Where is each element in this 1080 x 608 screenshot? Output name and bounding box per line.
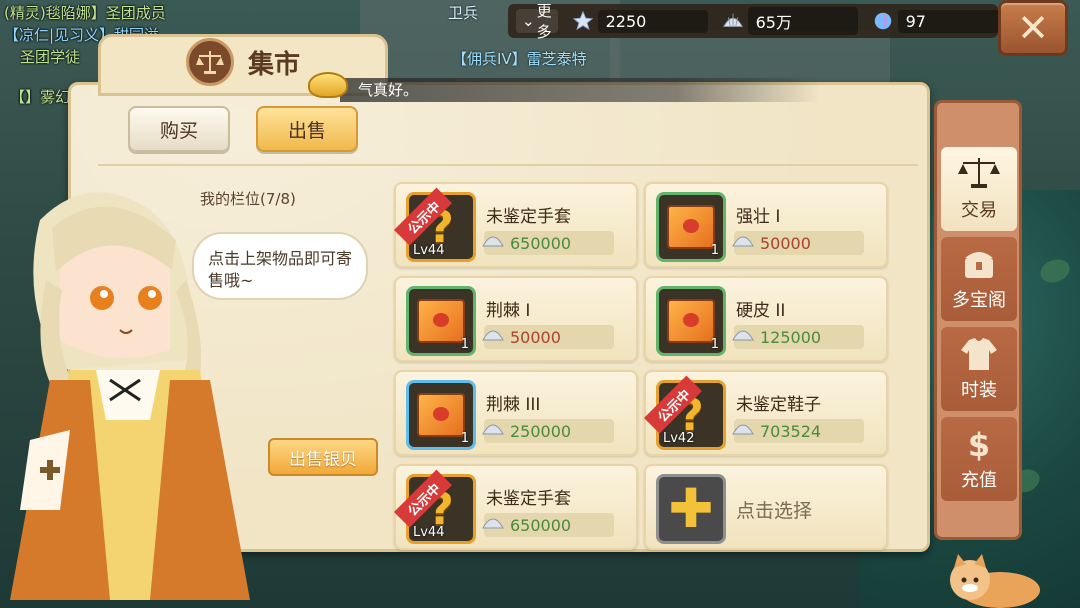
- sell-silver-button[interactable]: 出售银贝: [268, 438, 378, 476]
- add-slot-label: 点击选择: [736, 500, 813, 522]
- sidenav-label: 充值: [961, 470, 997, 491]
- item-quantity: 1: [710, 337, 719, 352]
- sidenav-label: 交易: [961, 200, 997, 221]
- item-level: Lv44: [413, 243, 445, 258]
- npc-name-label: 【佣兵IV】雷芝泰特: [452, 50, 587, 68]
- gem-resource: 97: [872, 9, 1008, 33]
- dollar-icon: $: [968, 426, 990, 462]
- skill-book-icon: [417, 299, 465, 343]
- item-name: 未鉴定手套: [486, 207, 571, 227]
- item-card[interactable]: 1 硬皮 II 125000: [644, 276, 888, 362]
- item-card[interactable]: ? Lv44 公示中 未鉴定手套 650000: [394, 182, 638, 268]
- item-icon: 1: [656, 286, 726, 356]
- silver-shell-icon: [732, 330, 754, 341]
- npc-name-label: 卫兵: [448, 4, 479, 22]
- item-card[interactable]: 1 荆棘 III 250000: [394, 370, 638, 456]
- side-navigation: 交易 多宝阁 时装 $ 充值: [934, 100, 1022, 540]
- skill-book-icon: [417, 393, 465, 437]
- silver-shell-icon: [732, 236, 754, 247]
- page-title: 集市: [248, 50, 301, 80]
- sidenav-item-trade[interactable]: 交易: [941, 147, 1017, 231]
- sidenav-label: 多宝阁: [952, 290, 1006, 311]
- sidenav-item-treasure[interactable]: 多宝阁: [941, 237, 1017, 321]
- item-card[interactable]: ? Lv42 公示中 未鉴定鞋子 703524: [644, 370, 888, 456]
- clothing-icon: [961, 338, 997, 370]
- silver-shell-icon: [482, 330, 504, 341]
- chat-line: (精灵)毯陷娜】圣团成员: [4, 4, 166, 22]
- close-button[interactable]: ✕: [998, 0, 1068, 56]
- sidenav-item-fashion[interactable]: 时装: [941, 327, 1017, 411]
- item-name: 硬皮 II: [736, 301, 786, 321]
- item-card[interactable]: ? Lv44 公示中 未鉴定手套 650000: [394, 464, 638, 550]
- cat-mascot: [950, 554, 1040, 608]
- star-count: 2250: [597, 9, 708, 33]
- item-name: 荆棘 III: [486, 395, 541, 415]
- scales-icon: [186, 38, 234, 86]
- item-icon: 1: [406, 286, 476, 356]
- skill-book-icon: [667, 299, 715, 343]
- tab-buy[interactable]: 购买: [128, 106, 230, 152]
- item-quantity: 1: [460, 431, 469, 446]
- item-name: 荆棘 I: [486, 301, 531, 321]
- svg-text:$: $: [968, 426, 990, 462]
- chat-line: 圣团学徒: [20, 48, 81, 66]
- plus-icon: ✚: [668, 477, 714, 540]
- item-quantity: 1: [710, 243, 719, 258]
- item-card[interactable]: 1 强壮 I 50000: [644, 182, 888, 268]
- add-slot-icon-box: ✚: [656, 474, 726, 544]
- shell-count: 65万: [747, 7, 858, 35]
- item-level: Lv44: [413, 525, 445, 540]
- shell-resource: 65万: [722, 7, 858, 35]
- silver-shell-icon: [482, 518, 504, 529]
- skill-book-icon: [667, 205, 715, 249]
- crystal-icon: [874, 12, 891, 30]
- resource-bar: ⌄ 更多 2250 65万 97: [508, 2, 1008, 41]
- item-name: 未鉴定鞋子: [736, 395, 821, 415]
- item-name: 强壮 I: [736, 207, 781, 227]
- sidenav-label: 时装: [961, 380, 997, 401]
- gold-ingot-icon: [308, 72, 348, 98]
- gem-count: 97: [897, 9, 1008, 33]
- silver-shell-icon: [482, 424, 504, 435]
- scales-icon: [958, 158, 1000, 188]
- chat-line: 【】雾幻: [10, 88, 71, 106]
- item-card[interactable]: 1 荆棘 I 50000: [394, 276, 638, 362]
- item-icon: 1: [656, 192, 726, 262]
- sidenav-item-recharge[interactable]: $ 充值: [941, 417, 1017, 501]
- star-icon: [572, 10, 593, 31]
- silver-shell-icon: [732, 424, 754, 435]
- npc-girl-illustration: [10, 192, 250, 600]
- more-label: 更多: [536, 2, 552, 41]
- treasure-chest-icon: [965, 252, 993, 278]
- item-name: 未鉴定手套: [486, 489, 571, 509]
- add-item-slot[interactable]: ✚ 点击选择: [644, 464, 888, 550]
- item-level: Lv42: [663, 431, 695, 446]
- item-quantity: 1: [460, 337, 469, 352]
- star-resource: 2250: [572, 9, 708, 33]
- silver-shell-icon: [482, 236, 504, 247]
- notice-bar: 气真好。: [340, 78, 820, 102]
- close-icon: ✕: [1017, 6, 1049, 50]
- tab-sell[interactable]: 出售: [256, 106, 358, 152]
- silver-shell-icon: [722, 13, 743, 27]
- item-icon: 1: [406, 380, 476, 450]
- chevron-down-icon: ⌄: [522, 12, 535, 30]
- more-button[interactable]: ⌄ 更多: [516, 2, 558, 41]
- divider: [98, 164, 918, 166]
